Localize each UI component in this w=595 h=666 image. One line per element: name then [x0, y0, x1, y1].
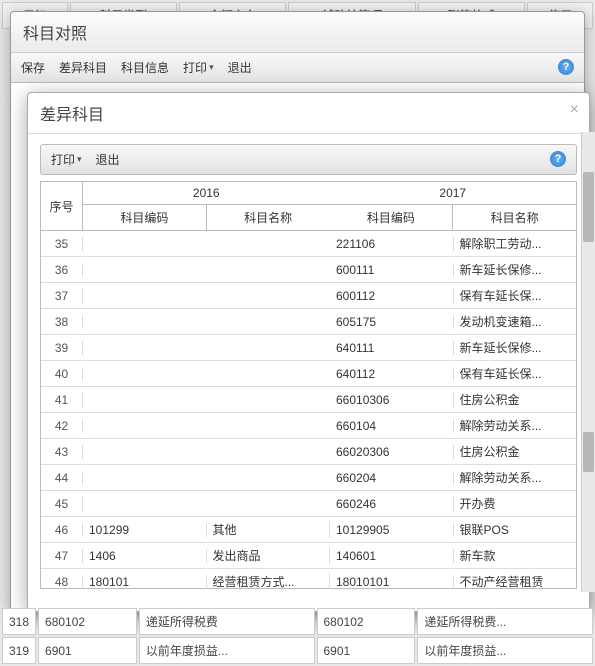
save-button[interactable]: 保存	[21, 59, 45, 76]
dialog2-toolbar: 打印▾ 退出 ?	[40, 144, 577, 175]
name2-cell: 保有车延长保...	[454, 287, 577, 304]
seq-header: 序号	[41, 182, 83, 230]
bg-row: 3196901以前年度损益...6901以前年度损益...	[2, 637, 593, 664]
seq-cell: 48	[41, 575, 83, 589]
code1-header: 科目编码	[83, 205, 207, 230]
code2-cell: 600112	[330, 289, 454, 303]
diff-subject-dialog: 差异科目 × 打印▾ 退出 ? 序号 2016 科目编码 科目名称 2017	[27, 92, 590, 612]
dialog2-title: 差异科目 ×	[28, 93, 589, 134]
code2-cell: 66020306	[330, 445, 454, 459]
name2-cell: 不动产经营租赁	[454, 573, 577, 589]
name1-cell: 发出商品	[207, 547, 331, 564]
name1-cell: 其他	[207, 521, 331, 538]
help-icon[interactable]: ?	[558, 59, 574, 75]
name1-cell: 经营租赁方式...	[207, 573, 331, 589]
chevron-down-icon: ▾	[77, 154, 82, 165]
table-row[interactable]: 48180101经营租赁方式...18010101不动产经营租赁	[41, 569, 576, 589]
code2-cell: 66010306	[330, 393, 454, 407]
diff-grid: 序号 2016 科目编码 科目名称 2017 科目编码 科目名称 352211	[40, 181, 577, 589]
year2-group: 2017 科目编码 科目名称	[330, 182, 577, 230]
code2-cell: 640112	[330, 367, 454, 381]
name2-cell: 解除劳动关系...	[454, 417, 577, 434]
code1-cell: 1406	[83, 549, 207, 563]
seq-cell: 46	[41, 523, 83, 537]
outer-scrollbar[interactable]	[581, 132, 595, 592]
code1-cell: 101299	[83, 523, 207, 537]
code2-cell: 18010101	[330, 575, 454, 589]
code2-cell: 605175	[330, 315, 454, 329]
name2-header: 科目名称	[453, 205, 576, 230]
print-button[interactable]: 打印▾	[183, 59, 214, 76]
dialog1-toolbar: 保存 差异科目 科目信息 打印▾ 退出 ?	[11, 53, 584, 83]
table-row[interactable]: 40 640112保有车延长保...	[41, 361, 576, 387]
close-icon[interactable]: ×	[570, 101, 579, 119]
table-row[interactable]: 46101299其他10129905银联POS	[41, 517, 576, 543]
background-bottom-table: 318680102递延所得税费680102递延所得税费...3196901以前年…	[0, 606, 595, 666]
subject-info-button[interactable]: 科目信息	[121, 59, 169, 76]
seq-cell: 38	[41, 315, 83, 329]
name2-cell: 解除职工劳动...	[454, 235, 577, 252]
dialog2-title-text: 差异科目	[40, 107, 104, 124]
seq-cell: 45	[41, 497, 83, 511]
table-row[interactable]: 471406发出商品140601新车款	[41, 543, 576, 569]
exit-button-2[interactable]: 退出	[96, 151, 120, 168]
table-row[interactable]: 36 600111新车延长保修...	[41, 257, 576, 283]
name2-cell: 银联POS	[454, 521, 577, 538]
code1-cell: 180101	[83, 575, 207, 589]
year1-group: 2016 科目编码 科目名称	[83, 182, 330, 230]
name2-cell: 住房公积金	[454, 443, 577, 460]
seq-cell: 47	[41, 549, 83, 563]
help-icon[interactable]: ?	[550, 151, 566, 167]
seq-cell: 36	[41, 263, 83, 277]
name2-cell: 开办费	[454, 495, 577, 512]
table-row[interactable]: 39 640111新车延长保修...	[41, 335, 576, 361]
seq-cell: 35	[41, 237, 83, 251]
code2-cell: 660204	[330, 471, 454, 485]
table-row[interactable]: 45 660246开办费	[41, 491, 576, 517]
code2-cell: 660104	[330, 419, 454, 433]
seq-cell: 44	[41, 471, 83, 485]
seq-cell: 41	[41, 393, 83, 407]
year1-label: 2016	[83, 182, 330, 205]
subject-compare-dialog: 科目对照 保存 差异科目 科目信息 打印▾ 退出 ? 差异科目 × 打印▾ 退出…	[10, 11, 585, 611]
grid-header: 序号 2016 科目编码 科目名称 2017 科目编码 科目名称	[41, 182, 576, 231]
name2-cell: 新车款	[454, 547, 577, 564]
seq-cell: 42	[41, 419, 83, 433]
grid-body[interactable]: 35221106解除职工劳动...36600111新车延长保修...376001…	[41, 231, 576, 589]
code2-cell: 660246	[330, 497, 454, 511]
name2-cell: 新车延长保修...	[454, 339, 577, 356]
code2-cell: 10129905	[330, 523, 454, 537]
table-row[interactable]: 35 221106解除职工劳动...	[41, 231, 576, 257]
table-row[interactable]: 41 66010306住房公积金	[41, 387, 576, 413]
print-button-2[interactable]: 打印▾	[51, 151, 82, 168]
table-row[interactable]: 38 605175发动机变速箱...	[41, 309, 576, 335]
seq-cell: 40	[41, 367, 83, 381]
seq-cell: 37	[41, 289, 83, 303]
year2-label: 2017	[330, 182, 577, 205]
code2-cell: 221106	[330, 237, 454, 251]
code2-cell: 600111	[330, 263, 454, 277]
table-row[interactable]: 37 600112保有车延长保...	[41, 283, 576, 309]
code2-cell: 640111	[330, 341, 454, 355]
name2-cell: 解除劳动关系...	[454, 469, 577, 486]
scrollbar-thumb[interactable]	[583, 432, 594, 472]
seq-cell: 43	[41, 445, 83, 459]
table-row[interactable]: 44 660204解除劳动关系...	[41, 465, 576, 491]
diff-subject-button[interactable]: 差异科目	[59, 59, 107, 76]
chevron-down-icon: ▾	[209, 62, 214, 73]
name2-cell: 发动机变速箱...	[454, 313, 577, 330]
scrollbar-thumb[interactable]	[583, 172, 594, 242]
exit-button[interactable]: 退出	[228, 59, 252, 76]
name2-cell: 住房公积金	[454, 391, 577, 408]
name1-header: 科目名称	[207, 205, 330, 230]
code2-header: 科目编码	[330, 205, 454, 230]
code2-cell: 140601	[330, 549, 454, 563]
name2-cell: 保有车延长保...	[454, 365, 577, 382]
name2-cell: 新车延长保修...	[454, 261, 577, 278]
dialog1-title: 科目对照	[11, 12, 584, 53]
seq-cell: 39	[41, 341, 83, 355]
table-row[interactable]: 42 660104解除劳动关系...	[41, 413, 576, 439]
table-row[interactable]: 43 66020306住房公积金	[41, 439, 576, 465]
bg-row: 318680102递延所得税费680102递延所得税费...	[2, 608, 593, 635]
